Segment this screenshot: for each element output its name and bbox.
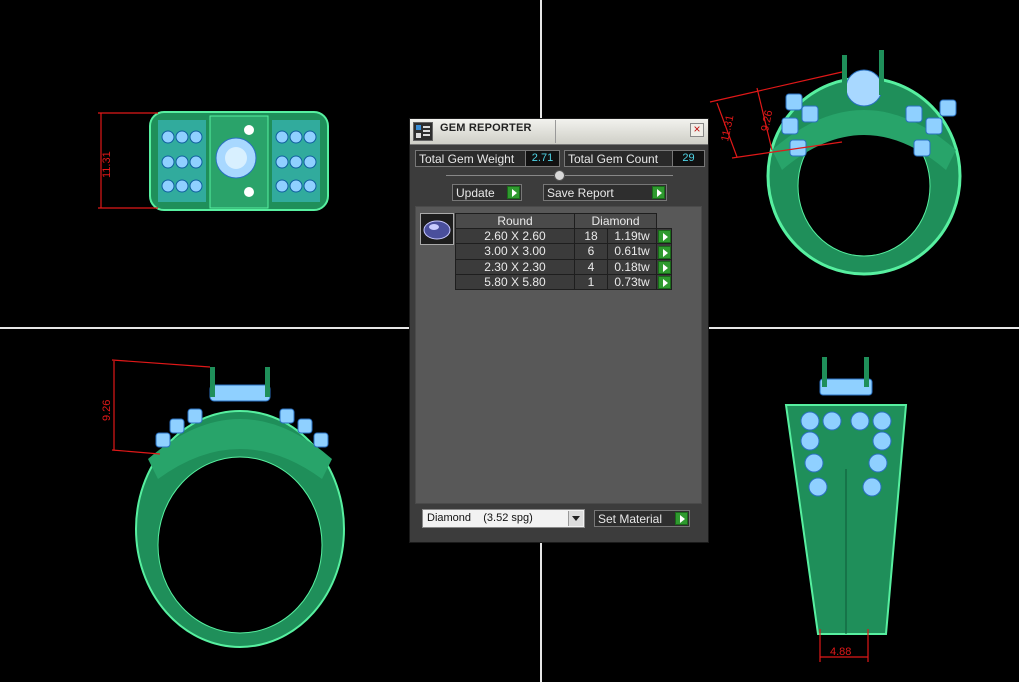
- gem-count: 1: [574, 273, 608, 291]
- gem-weight: 0.73tw: [607, 273, 657, 291]
- gem-size: 2.60 X 2.60: [455, 227, 575, 245]
- go-arrow-icon: [507, 186, 520, 199]
- header-shape: Round: [455, 213, 575, 229]
- panel-title: GEM REPORTER: [440, 122, 532, 134]
- row-go-button[interactable]: [656, 227, 672, 245]
- gem-table-header: Round Diamond: [455, 213, 672, 229]
- gem-weight: 1.19tw: [607, 227, 657, 245]
- update-button-label: Update: [456, 186, 495, 200]
- dimension-label-2: 9.26: [759, 109, 775, 132]
- row-go-button[interactable]: [656, 243, 672, 260]
- save-report-button-label: Save Report: [547, 186, 614, 200]
- table-row[interactable]: 2.30 X 2.30 4 0.18tw: [455, 258, 672, 275]
- title-separator: [555, 120, 556, 143]
- dropdown-arrow-icon[interactable]: [568, 511, 583, 526]
- close-icon[interactable]: ×: [690, 123, 704, 137]
- gem-report-area: Round Diamond 2.60 X 2.60 18 1.19tw 3.00…: [415, 206, 702, 504]
- dimension-label: 4.88: [830, 646, 851, 658]
- row-go-button[interactable]: [656, 273, 672, 291]
- total-gem-weight: Total Gem Weight 2.71: [415, 150, 560, 167]
- gem-size: 3.00 X 3.00: [455, 243, 575, 260]
- go-arrow-icon: [652, 186, 665, 199]
- set-material-button-label: Set Material: [598, 512, 663, 526]
- ring-side-view: [784, 357, 908, 635]
- gem-count: 18: [574, 227, 608, 245]
- row-go-button[interactable]: [656, 258, 672, 275]
- ring-top-view: [149, 111, 329, 211]
- ring-perspective-view: [766, 50, 962, 276]
- total-gem-weight-value: 2.71: [525, 151, 559, 166]
- header-material: Diamond: [574, 213, 657, 229]
- go-arrow-icon: [657, 245, 671, 259]
- gem-reporter-icon: [413, 122, 433, 141]
- go-arrow-icon: [657, 276, 671, 290]
- header-spacer: [656, 213, 672, 229]
- gem-count: 4: [574, 258, 608, 275]
- table-row[interactable]: 2.60 X 2.60 18 1.19tw: [455, 227, 672, 245]
- table-row[interactable]: 5.80 X 5.80 1 0.73tw: [455, 273, 672, 291]
- gem-weight: 0.18tw: [607, 258, 657, 275]
- gem-thumbnail-icon[interactable]: [420, 213, 454, 245]
- table-row[interactable]: 3.00 X 3.00 6 0.61tw: [455, 243, 672, 260]
- dimension-label: 11.31: [101, 151, 113, 178]
- gem-size: 2.30 X 2.30: [455, 258, 575, 275]
- go-arrow-icon: [657, 260, 671, 274]
- gem-count: 6: [574, 243, 608, 260]
- gem-reporter-panel: GEM REPORTER × Total Gem Weight 2.71 Tot…: [409, 118, 709, 543]
- total-gem-count: Total Gem Count 29: [564, 150, 705, 167]
- dimension-label-1: 11.31: [719, 114, 736, 143]
- ring-front-view: [135, 367, 345, 648]
- panel-titlebar[interactable]: GEM REPORTER ×: [410, 119, 708, 145]
- total-gem-weight-label: Total Gem Weight: [419, 152, 515, 166]
- material-select-value: Diamond (3.52 spg): [427, 512, 533, 524]
- go-arrow-icon: [657, 230, 671, 244]
- set-material-button[interactable]: Set Material: [594, 510, 690, 527]
- splitter-handle[interactable]: [554, 170, 565, 181]
- total-gem-count-label: Total Gem Count: [568, 152, 659, 166]
- go-arrow-icon: [675, 512, 688, 525]
- total-gem-count-value: 29: [672, 151, 704, 166]
- update-button[interactable]: Update: [452, 184, 522, 201]
- material-select[interactable]: Diamond (3.52 spg): [422, 509, 585, 528]
- gem-size: 5.80 X 5.80: [455, 273, 575, 291]
- dimension-label: 9.26: [101, 400, 113, 421]
- gem-table: Round Diamond 2.60 X 2.60 18 1.19tw 3.00…: [455, 213, 672, 291]
- save-report-button[interactable]: Save Report: [543, 184, 667, 201]
- gem-weight: 0.61tw: [607, 243, 657, 260]
